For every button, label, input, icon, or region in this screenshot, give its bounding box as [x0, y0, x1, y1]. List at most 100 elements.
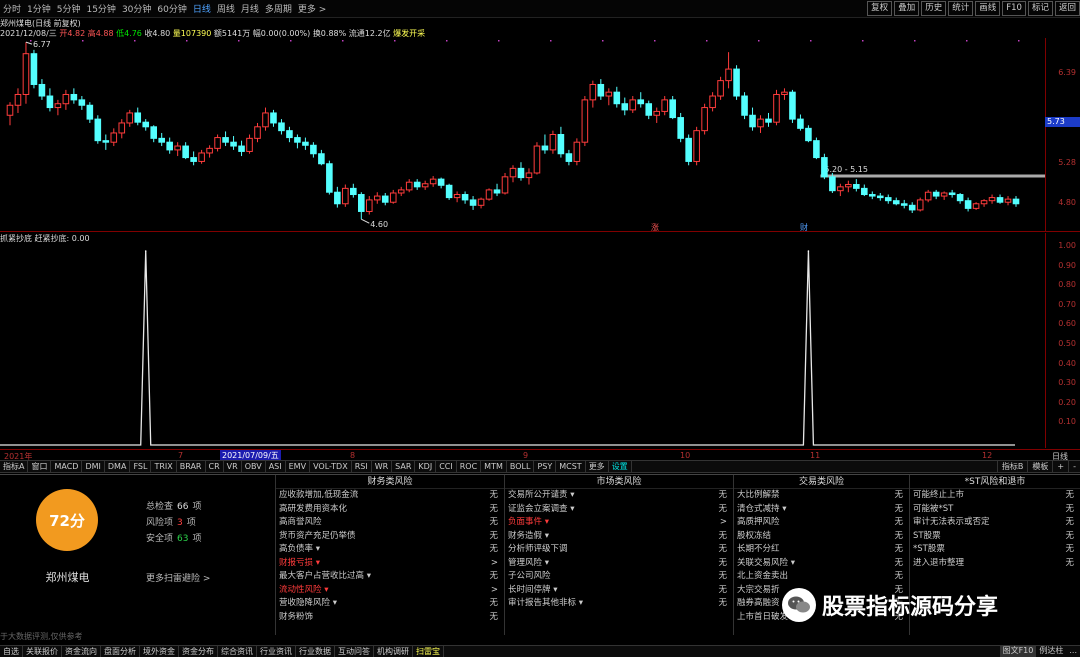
risk-row[interactable]: 分析师评级下调 无: [505, 543, 733, 557]
risk-row[interactable]: 最大客户占营收比过高 ▾ 无: [276, 570, 504, 584]
f10-button[interactable]: F10: [1002, 1, 1026, 16]
risk-row[interactable]: 大比例解禁 无: [734, 489, 909, 503]
indicator-tab[interactable]: VOL-TDX: [310, 461, 352, 472]
bottom-tab[interactable]: 行业数据: [296, 646, 335, 657]
stats-button[interactable]: 统计: [948, 1, 974, 16]
indicator-tab[interactable]: 更多: [586, 461, 609, 472]
indicator-tab[interactable]: DMA: [105, 461, 131, 472]
more-dots[interactable]: ...: [1066, 645, 1080, 657]
indicator-tab[interactable]: DMI: [82, 461, 105, 472]
bottom-tab[interactable]: 境外资金: [140, 646, 179, 657]
indicator-tab[interactable]: PSY: [534, 461, 557, 472]
period-tab-5min[interactable]: 5分钟: [54, 2, 84, 15]
limit-up-marker[interactable]: 涨: [651, 222, 659, 231]
indicator-tab[interactable]: CR: [206, 461, 224, 472]
risk-row[interactable]: 财务粉饰 无: [276, 611, 504, 625]
indicator-tab[interactable]: SAR: [392, 461, 416, 472]
indicator-tab[interactable]: 窗口: [28, 461, 52, 472]
period-tab-monthly[interactable]: 月线: [238, 2, 262, 15]
risk-row[interactable]: 高质押风险 无: [734, 516, 909, 530]
period-tab-1min[interactable]: 1分钟: [24, 2, 54, 15]
f10-text-tab[interactable]: 图文F10: [999, 645, 1037, 657]
more-scan-link[interactable]: 更多扫雷避险 >: [146, 571, 210, 584]
risk-row[interactable]: 北上资金卖出 无: [734, 570, 909, 584]
indicator-tab[interactable]: 设置: [609, 461, 632, 472]
risk-row[interactable]: 关联交易风险 ▾ 无: [734, 557, 909, 571]
risk-row[interactable]: 审计无法表示或否定 无: [910, 516, 1080, 530]
risk-row[interactable]: 子公司风险 无: [505, 570, 733, 584]
add-window-button[interactable]: +: [1052, 460, 1068, 473]
mark-button[interactable]: 标记: [1027, 1, 1053, 16]
bottom-tab[interactable]: 资金分布: [179, 646, 218, 657]
risk-row[interactable]: 财报亏损 ▾ >: [276, 557, 504, 571]
indicator-tab[interactable]: ROC: [457, 461, 482, 472]
indicator-tab[interactable]: BRAR: [177, 461, 206, 472]
period-tab-15min[interactable]: 15分钟: [83, 2, 118, 15]
risk-row[interactable]: 负面事件 ▾ >: [505, 516, 733, 530]
indicator-tab[interactable]: MTM: [481, 461, 507, 472]
indicator-tab[interactable]: RSI: [352, 461, 372, 472]
indicator-tab[interactable]: CCI: [436, 461, 457, 472]
risk-row[interactable]: 证监会立案调查 ▾ 无: [505, 503, 733, 517]
indicator-tab[interactable]: KDJ: [415, 461, 437, 472]
indicator-tab[interactable]: BOLL: [507, 461, 535, 472]
fuquan-button[interactable]: 复权: [867, 1, 893, 16]
financial-report-marker[interactable]: 财: [800, 222, 808, 231]
bottom-tab[interactable]: 综合资讯: [218, 646, 257, 657]
risk-row[interactable]: 长期不分红 无: [734, 543, 909, 557]
overlay-button[interactable]: 叠加: [894, 1, 920, 16]
candlestick-chart[interactable]: 5.20 - 5.15 6.77 4.60 涨 财: [0, 38, 1045, 231]
draw-line-button[interactable]: 画线: [975, 1, 1001, 16]
risk-row[interactable]: 管理风险 ▾ 无: [505, 557, 733, 571]
indicator-b-tab[interactable]: 指标B: [996, 460, 1028, 473]
bottom-tab[interactable]: 行业资讯: [257, 646, 296, 657]
risk-row[interactable]: 交易所公开谴责 ▾ 无: [505, 489, 733, 503]
period-tab-30min[interactable]: 30分钟: [119, 2, 154, 15]
risk-row[interactable]: 财务造假 ▾ 无: [505, 530, 733, 544]
signal-chart[interactable]: [0, 243, 1045, 448]
indicator-tab[interactable]: MCST: [556, 461, 586, 472]
risk-row[interactable]: 进入退市整理 无: [910, 557, 1080, 571]
bottom-tab[interactable]: 扫雷宝: [413, 646, 444, 657]
period-tab-fenshi[interactable]: 分时: [0, 2, 24, 15]
risk-row[interactable]: 清仓式减持 ▾ 无: [734, 503, 909, 517]
indicator-tab[interactable]: FSL: [130, 461, 152, 472]
bottom-tab[interactable]: 互动问答: [335, 646, 374, 657]
risk-row[interactable]: 审计报告其他非标 ▾ 无: [505, 597, 733, 611]
bar-tab[interactable]: 例达柱: [1036, 645, 1066, 657]
period-tab-more[interactable]: 更多 >: [295, 2, 329, 15]
indicator-tab[interactable]: ASI: [266, 461, 286, 472]
back-button[interactable]: 返回: [1054, 1, 1080, 16]
risk-row[interactable]: 流动性风险 ▾ >: [276, 584, 504, 598]
indicator-tab[interactable]: TRIX: [151, 461, 177, 472]
risk-row[interactable]: ST股票 无: [910, 530, 1080, 544]
risk-row[interactable]: 可能终止上市 无: [910, 489, 1080, 503]
bottom-tab[interactable]: 关联报价: [23, 646, 62, 657]
risk-row[interactable]: *ST股票 无: [910, 543, 1080, 557]
indicator-tab[interactable]: EMV: [286, 461, 311, 472]
indicator-tab[interactable]: OBV: [242, 461, 266, 472]
bottom-tab[interactable]: 自选: [0, 646, 23, 657]
period-tab-daily[interactable]: 日线: [190, 2, 214, 15]
bottom-tab[interactable]: 资金流向: [62, 646, 101, 657]
bottom-tab[interactable]: 盘面分析: [101, 646, 140, 657]
indicator-tab[interactable]: VR: [224, 461, 242, 472]
risk-row[interactable]: 可能被*ST 无: [910, 503, 1080, 517]
indicator-tab[interactable]: MACD: [51, 461, 83, 472]
bottom-tab[interactable]: 机构调研: [374, 646, 413, 657]
remove-window-button[interactable]: -: [1068, 460, 1080, 473]
indicator-tab[interactable]: WR: [372, 461, 393, 472]
risk-row[interactable]: 高负债率 ▾ 无: [276, 543, 504, 557]
period-tab-multi[interactable]: 多周期: [262, 2, 295, 15]
period-tab-60min[interactable]: 60分钟: [154, 2, 189, 15]
risk-row[interactable]: 营收隐降风险 ▾ 无: [276, 597, 504, 611]
history-button[interactable]: 历史: [921, 1, 947, 16]
template-tab[interactable]: 模板: [1027, 460, 1052, 473]
risk-row[interactable]: 高研发费用资本化 无: [276, 503, 504, 517]
risk-row[interactable]: 股权冻结 无: [734, 530, 909, 544]
indicator-tab[interactable]: 指标A: [0, 461, 29, 472]
period-tab-weekly[interactable]: 周线: [214, 2, 238, 15]
risk-row[interactable]: 高商誉风险 无: [276, 516, 504, 530]
risk-row[interactable]: 货币资产充足仍举债 无: [276, 530, 504, 544]
risk-row[interactable]: 长时间停牌 ▾ 无: [505, 584, 733, 598]
